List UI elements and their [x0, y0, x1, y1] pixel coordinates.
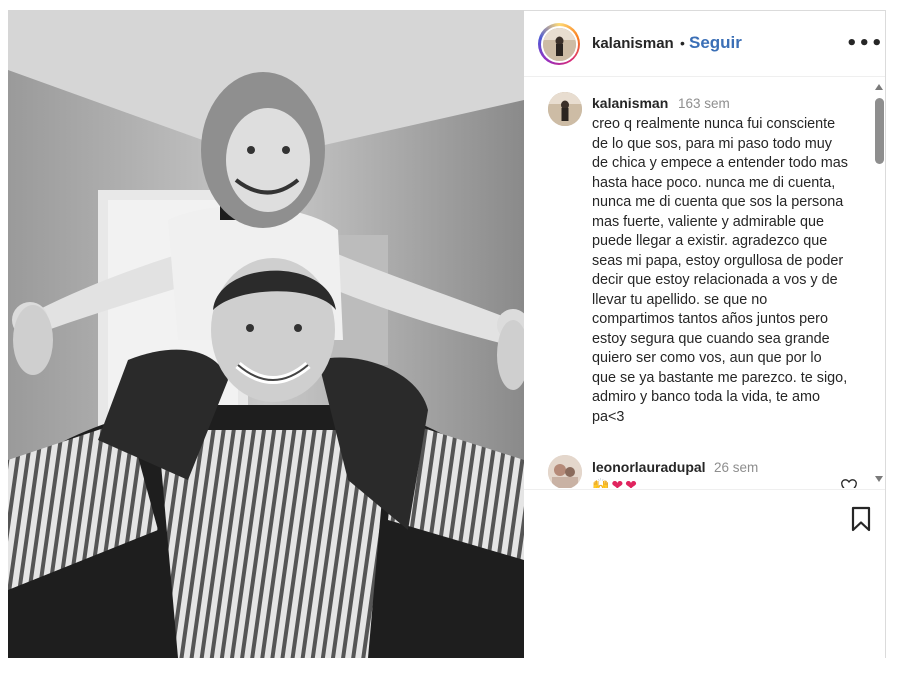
heart-emoji: ❤	[625, 478, 637, 488]
comment-emoji-text: 🙌 ❤ ❤	[592, 478, 637, 488]
author-avatar-image	[542, 27, 576, 61]
comment-timestamp[interactable]: 163 sem	[678, 96, 730, 111]
instagram-post: kalanisman • Seguir ••• kalanisman 163 s…	[8, 10, 886, 658]
author-avatar[interactable]	[538, 23, 580, 65]
post-photo[interactable]	[8, 10, 524, 658]
comments-list: kalanisman 163 sem creo q realmente nunc…	[524, 78, 885, 488]
comment-avatar[interactable]	[548, 455, 582, 488]
heart-outline-icon[interactable]	[840, 478, 858, 488]
more-options-icon[interactable]: •••	[846, 33, 884, 54]
raised-hands-emoji: 🙌	[592, 478, 610, 488]
comment-username[interactable]: leonorlauradupal	[592, 459, 706, 475]
author-username[interactable]: kalanisman	[592, 35, 674, 52]
caption-text: creo q realmente nunca fui consciente de…	[592, 116, 848, 425]
comment-timestamp[interactable]: 26 sem	[714, 460, 758, 475]
post-actions	[524, 489, 885, 659]
bookmark-icon[interactable]	[850, 506, 872, 532]
comment-avatar[interactable]	[548, 92, 582, 126]
comment-username[interactable]: kalanisman	[592, 95, 668, 111]
post-sidebar: kalanisman • Seguir ••• kalanisman 163 s…	[524, 10, 886, 658]
scrollbar-thumb[interactable]	[875, 98, 884, 164]
comments-scrollbar[interactable]	[872, 78, 886, 488]
scroll-down-arrow-icon[interactable]	[875, 476, 883, 482]
heart-emoji: ❤	[611, 478, 624, 488]
post-header: kalanisman • Seguir •••	[524, 11, 885, 77]
scroll-up-arrow-icon[interactable]	[875, 84, 883, 90]
follow-button[interactable]: Seguir	[689, 33, 742, 53]
header-separator: •	[680, 35, 685, 51]
